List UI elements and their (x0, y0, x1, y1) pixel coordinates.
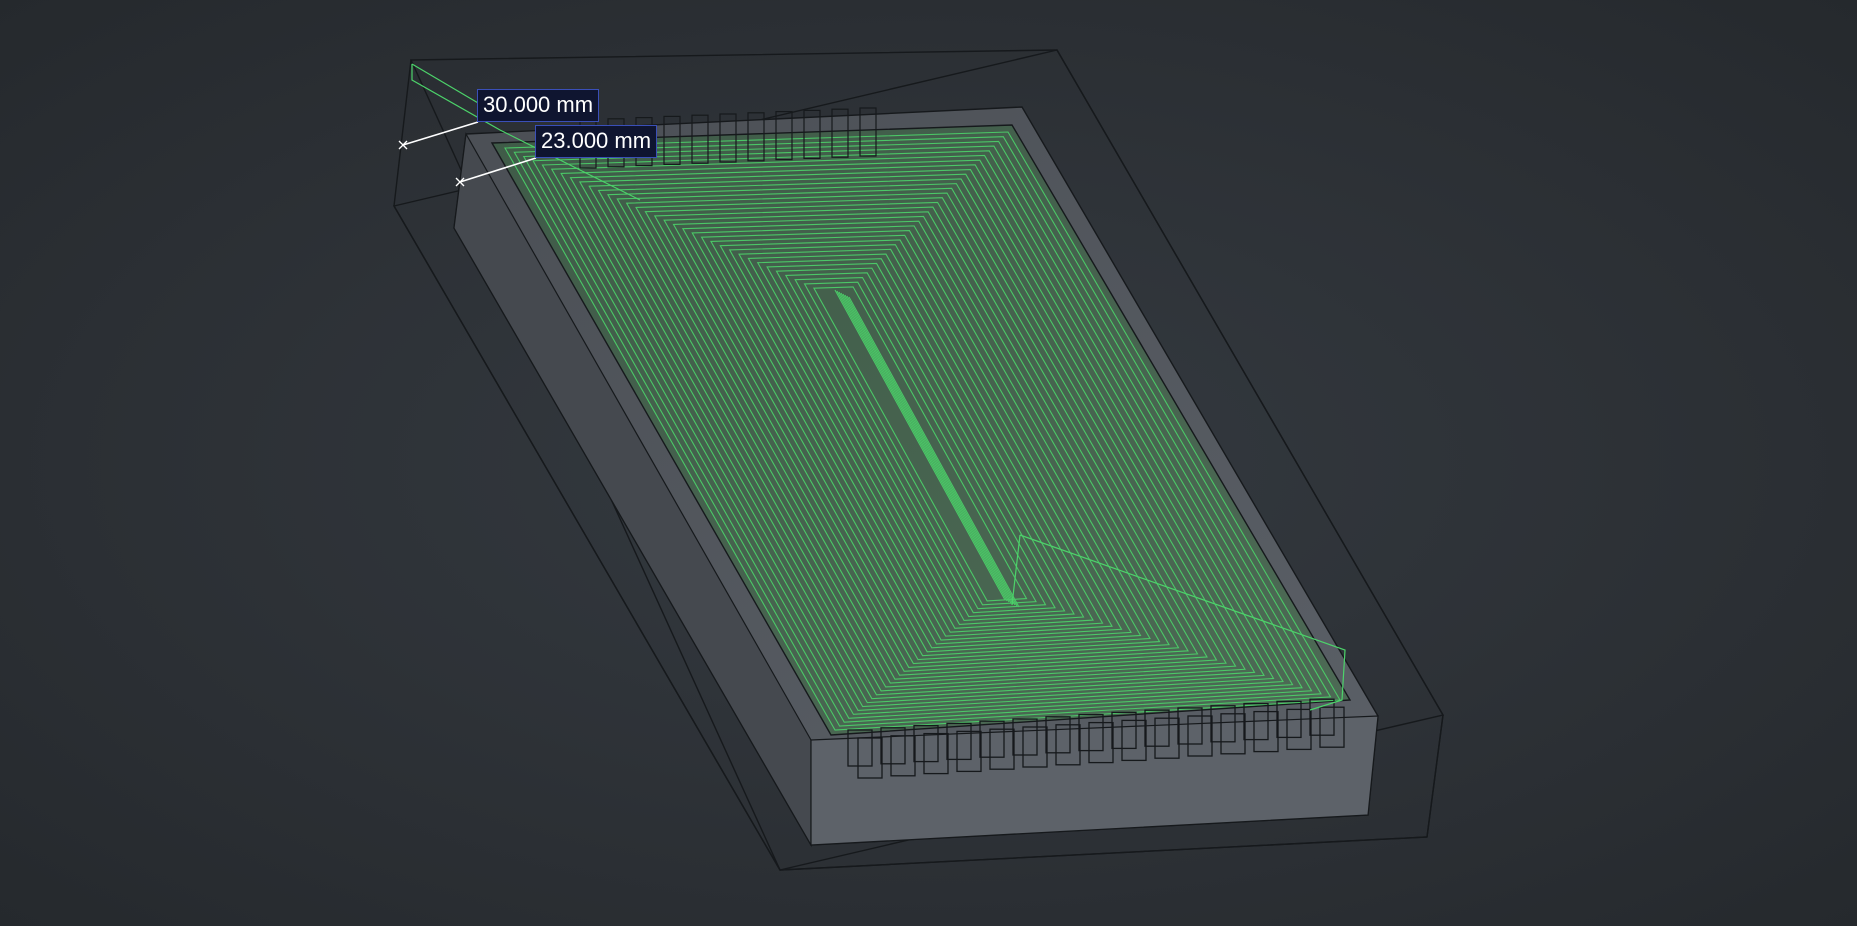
scene-canvas[interactable] (0, 0, 1857, 926)
dimension-anchor-marks (398, 140, 465, 187)
3d-viewport[interactable]: 30.000 mm 23.000 mm (0, 0, 1857, 926)
dimension-label-inner[interactable]: 23.000 mm (535, 125, 658, 158)
dimension-label-outer[interactable]: 30.000 mm (477, 89, 600, 122)
